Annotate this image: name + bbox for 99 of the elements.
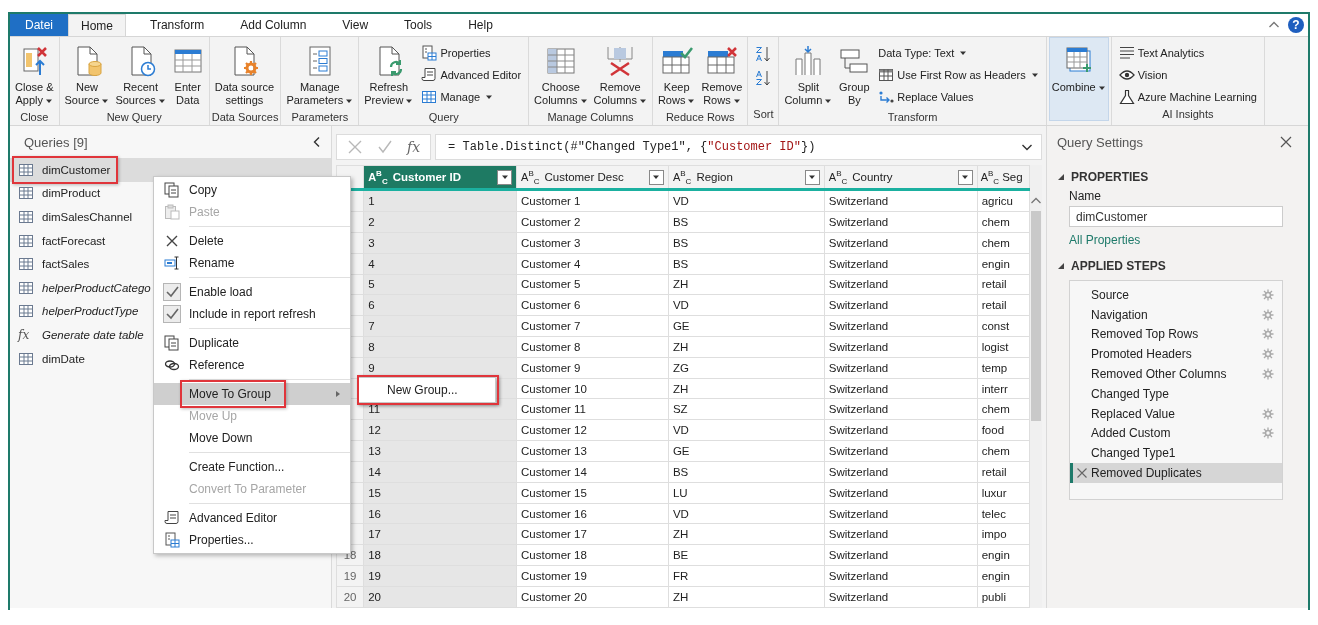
table-cell: interr (977, 378, 1030, 399)
table-cell: food (977, 419, 1030, 441)
group-label: AI Insights (1161, 108, 1215, 122)
table-cell: retail (977, 461, 1030, 483)
table-cell: Customer 15 (516, 482, 669, 504)
table-cell: chem (977, 398, 1030, 420)
table-cell: luxur (977, 482, 1030, 504)
table-cell: ZH (668, 336, 825, 358)
table-cell: const (977, 315, 1030, 337)
table-cell: agricu (977, 189, 1030, 212)
function-label: fx (18, 327, 31, 342)
table-cell: Customer 4 (516, 253, 669, 274)
table-cell: Switzerland (824, 232, 978, 254)
table-cell: BS (668, 232, 825, 254)
table-cell: Switzerland (824, 440, 978, 462)
table-cell: engin (977, 253, 1030, 274)
group-label: New Query (105, 111, 163, 125)
table-cell: Customer 9 (516, 357, 669, 379)
table-cell: Customer 17 (516, 523, 669, 545)
table-cell: Customer 1 (516, 189, 669, 212)
table-cell: Switzerland (824, 378, 978, 399)
table-cell: logist (977, 336, 1030, 358)
table-cell: chem (977, 440, 1030, 462)
table-cell: Switzerland (824, 274, 978, 295)
group-label: Transform (886, 111, 939, 125)
table-cell: Customer 19 (516, 565, 669, 587)
group-label: Query (427, 111, 460, 125)
table-cell: Switzerland (824, 398, 978, 420)
table-cell: LU (668, 482, 825, 504)
table-cell: Switzerland (824, 211, 978, 233)
table-cell: ZH (668, 378, 825, 399)
section-heading: PROPERTIES (1071, 170, 1149, 184)
table-cell: VD (668, 419, 825, 441)
table-cell: Customer 13 (516, 440, 669, 462)
group-label: Data Sources (211, 111, 279, 125)
table-cell: GE (668, 440, 825, 462)
table-cell: GE (668, 315, 825, 337)
table-cell: Customer 20 (516, 586, 669, 608)
table-cell: chem (977, 232, 1030, 254)
table-cell: temp (977, 357, 1030, 379)
panel-title: Query Settings (1057, 134, 1143, 150)
table-cell: ZH (668, 274, 825, 295)
table-cell: impo (977, 523, 1030, 545)
table-cell: 1 (363, 189, 517, 212)
table-cell: publi (977, 586, 1030, 608)
table-cell: Customer 6 (516, 294, 669, 316)
table-cell: VD (668, 294, 825, 316)
table-cell: retail (977, 274, 1030, 295)
table-cell: Switzerland (824, 336, 978, 358)
field-label: Name (1068, 189, 1102, 203)
table-cell: Switzerland (824, 357, 978, 379)
group-label: Manage Columns (546, 111, 635, 125)
table-cell: Customer 5 (516, 274, 669, 295)
table-cell: Switzerland (824, 565, 978, 587)
table-cell: ZG (668, 357, 825, 379)
row-number: 19 (336, 565, 364, 587)
table-cell: telec (977, 503, 1030, 524)
table-cell: Switzerland (824, 482, 978, 504)
table-cell: retail (977, 294, 1030, 316)
table-cell: Switzerland (824, 586, 978, 608)
panel-title: Queries [9] (24, 134, 88, 150)
table-cell: BS (668, 461, 825, 483)
table-cell: Customer 2 (516, 211, 669, 233)
table-cell: Switzerland (824, 503, 978, 524)
table-cell: ZH (668, 586, 825, 608)
group-label: Reduce Rows (664, 111, 736, 125)
table-cell: Switzerland (824, 189, 978, 212)
table-cell: VD (668, 189, 825, 212)
table-cell: Customer 10 (516, 378, 669, 399)
group-label: Sort (752, 108, 775, 122)
table-cell: Switzerland (824, 461, 978, 483)
table-cell: FR (668, 565, 825, 587)
group-label: Parameters (290, 111, 350, 125)
table-cell: Switzerland (824, 315, 978, 337)
section-heading: APPLIED STEPS (1071, 259, 1166, 273)
table-cell: Customer 18 (516, 544, 669, 566)
table-cell: Customer 11 (516, 398, 669, 420)
table-cell: Switzerland (824, 253, 978, 274)
table-cell: engin (977, 565, 1030, 587)
table-cell: VD (668, 503, 825, 524)
group-label: Close (19, 111, 50, 125)
row-number: 20 (336, 586, 364, 608)
table-cell: chem (977, 211, 1030, 233)
table-cell: Customer 7 (516, 315, 669, 337)
table-cell: Customer 14 (516, 461, 669, 483)
table-cell: engin (977, 544, 1030, 566)
table-cell: Switzerland (824, 419, 978, 441)
table-cell: Customer 8 (516, 336, 669, 358)
table-cell: ZH (668, 523, 825, 545)
table-cell: Customer 16 (516, 503, 669, 524)
table-cell: Customer 3 (516, 232, 669, 254)
table-cell: Switzerland (824, 523, 978, 545)
table-cell: Customer 12 (516, 419, 669, 441)
table-cell: BS (668, 253, 825, 274)
table-cell: Switzerland (824, 544, 978, 566)
table-cell: BE (668, 544, 825, 566)
table-cell: BS (668, 211, 825, 233)
table-cell: SZ (668, 398, 825, 420)
table-cell: Switzerland (824, 294, 978, 316)
